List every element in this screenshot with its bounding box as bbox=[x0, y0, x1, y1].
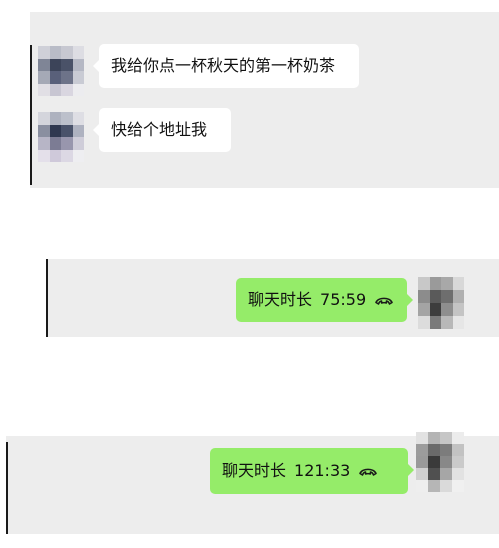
message-text: 快给个地址我 bbox=[111, 120, 208, 139]
panel-edge-line bbox=[6, 442, 8, 534]
call-duration-bubble[interactable]: 聊天时长 121:33 bbox=[210, 448, 414, 494]
call-label: 聊天时长 bbox=[248, 290, 313, 309]
phone-hangup-icon bbox=[358, 465, 378, 477]
panel-edge-line bbox=[30, 45, 32, 185]
chat-panel-top bbox=[30, 12, 499, 188]
panel-edge-line bbox=[46, 259, 48, 337]
incoming-message-bubble[interactable]: 我给你点一杯秋天的第一杯奶茶 bbox=[93, 44, 359, 88]
call-duration: 75:59 bbox=[320, 290, 367, 309]
chat-screenshot: 我给你点一杯秋天的第一杯奶茶 快给个地址我 聊天时长 75:59 聊天时长 12… bbox=[0, 0, 499, 548]
incoming-message-bubble[interactable]: 快给个地址我 bbox=[93, 108, 231, 152]
contact-avatar[interactable] bbox=[38, 46, 84, 96]
call-label: 聊天时长 bbox=[222, 461, 287, 480]
contact-avatar[interactable] bbox=[38, 112, 84, 162]
call-duration-bubble[interactable]: 聊天时长 75:59 bbox=[236, 278, 413, 322]
self-avatar[interactable] bbox=[418, 277, 464, 329]
call-duration: 121:33 bbox=[294, 461, 351, 480]
phone-hangup-icon bbox=[374, 294, 394, 306]
message-text: 我给你点一杯秋天的第一杯奶茶 bbox=[111, 56, 336, 75]
self-avatar[interactable] bbox=[416, 432, 464, 492]
